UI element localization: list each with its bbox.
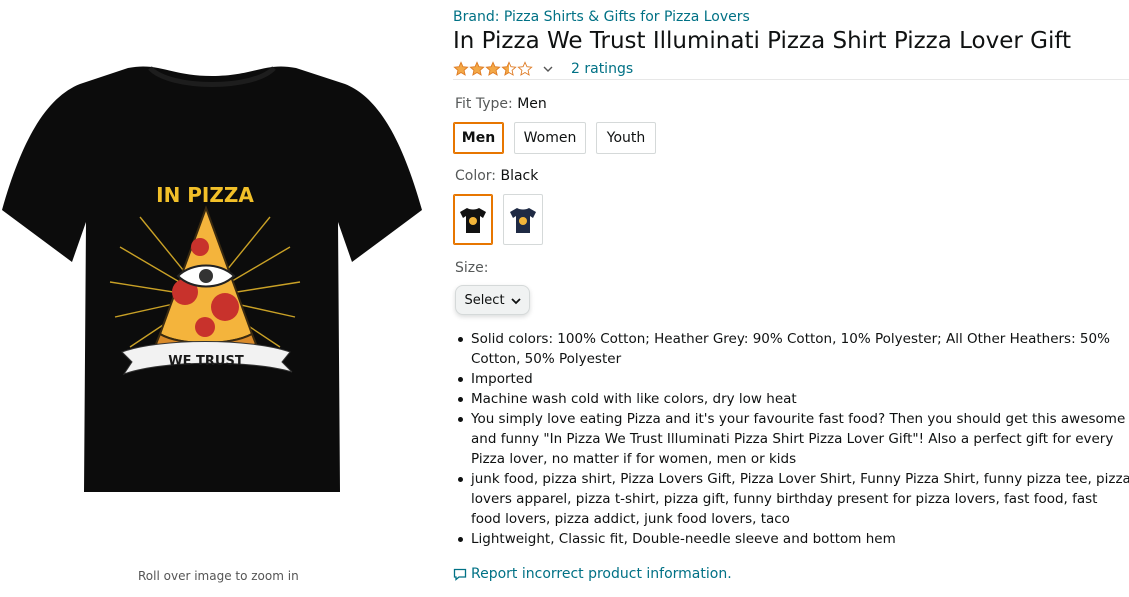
brand-link[interactable]: Brand: Pizza Shirts & Gifts for Pizza Lo… [453,9,750,25]
feature-bullets: Solid colors: 100% Cotton; Heather Grey:… [455,329,1129,549]
star-icon [501,61,517,76]
star-icon [453,61,469,76]
fit-type-options: Men Women Youth [453,122,666,154]
size-label: Size: [455,260,489,276]
feature-bullet-item: junk food, pizza shirt, Pizza Lovers Gif… [455,469,1129,529]
fit-type-label: Fit Type: [455,96,513,112]
product-image[interactable]: IN PIZZA WE TRUST [0,62,425,500]
fit-option-men[interactable]: Men [453,122,504,154]
fit-type-value: Men [517,96,547,112]
feature-bullet-item: Imported [455,369,1129,389]
report-incorrect-info-link[interactable]: Report incorrect product information. [453,566,732,582]
feature-bullet-item: You simply love eating Pizza and it's yo… [455,409,1129,469]
shirt-text-top: IN PIZZA [156,183,254,207]
ratings-count-link[interactable]: 2 ratings [571,61,633,77]
chevron-down-icon[interactable] [543,63,553,76]
star-icon [485,61,501,76]
color-label: Color: [455,168,497,184]
shirt-text-banner: WE TRUST [168,354,244,369]
speech-bubble-icon [453,568,467,581]
color-swatch-navy[interactable] [503,194,543,245]
rating-row: 2 ratings [453,59,633,79]
image-column: IN PIZZA WE TRUST Roll over image to zoo… [0,0,425,597]
zoom-hint: Roll over image to zoom in [138,569,299,583]
color-swatches [453,194,553,245]
chevron-down-icon [510,295,521,305]
star-icon [469,61,485,76]
feature-bullet-item: Lightweight, Classic fit, Double-needle … [455,529,1129,549]
color-label-row: Color: Black [455,168,538,184]
feature-bullet-item: Machine wash cold with like colors, dry … [455,389,1129,409]
divider [453,79,1129,80]
size-select[interactable]: Select [455,285,530,315]
report-link-label: Report incorrect product information. [471,566,732,582]
color-value: Black [500,168,539,184]
fit-type-label-row: Fit Type: Men [455,96,547,112]
tshirt-thumbnail-icon [510,207,536,233]
star-rating[interactable] [453,61,533,77]
tshirt-thumbnail-icon [460,207,486,233]
star-icon [517,61,533,76]
feature-bullet-item: Solid colors: 100% Cotton; Heather Grey:… [455,329,1129,369]
color-swatch-black[interactable] [453,194,493,245]
fit-option-youth[interactable]: Youth [596,122,656,154]
size-select-label: Select [464,292,505,308]
fit-option-women[interactable]: Women [514,122,586,154]
product-title: In Pizza We Trust Illuminati Pizza Shirt… [453,28,1072,54]
